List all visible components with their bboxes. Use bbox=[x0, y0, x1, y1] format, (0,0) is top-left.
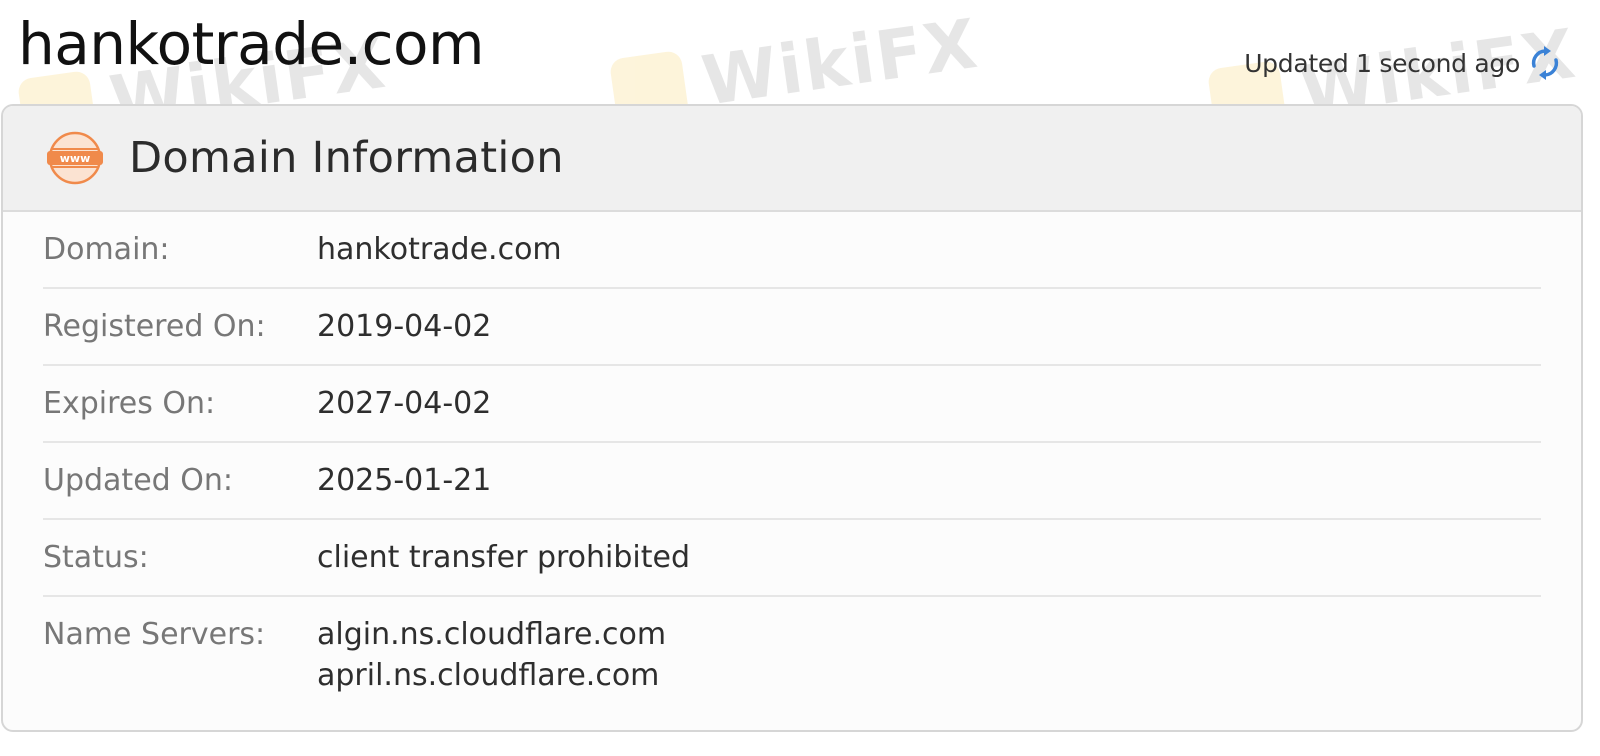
info-row-status: Status: client transfer prohibited bbox=[43, 520, 1541, 597]
info-label: Domain: bbox=[43, 232, 170, 267]
info-label: Updated On: bbox=[43, 463, 233, 498]
domain-information-panel: www Domain Information Domain: hankotrad… bbox=[1, 104, 1583, 732]
info-value: hankotrade.com bbox=[317, 232, 562, 267]
info-row-updated-on: Updated On: 2025-01-21 bbox=[43, 443, 1541, 520]
info-label: Registered On: bbox=[43, 309, 266, 344]
panel-title: Domain Information bbox=[129, 133, 564, 183]
info-label: Status: bbox=[43, 540, 149, 575]
info-value: 2025-01-21 bbox=[317, 463, 492, 498]
updated-text: Updated 1 second ago bbox=[1244, 48, 1520, 78]
refresh-icon[interactable] bbox=[1530, 46, 1560, 80]
www-icon-text: www bbox=[60, 152, 91, 165]
page-header: hankotrade.com Updated 1 second ago bbox=[0, 0, 1600, 104]
info-value: client transfer prohibited bbox=[317, 540, 691, 575]
page-title: hankotrade.com bbox=[18, 10, 485, 78]
info-label: Expires On: bbox=[43, 386, 216, 421]
update-status: Updated 1 second ago bbox=[1244, 46, 1560, 80]
info-row-name-servers: Name Servers: algin.ns.cloudflare.com ap… bbox=[43, 597, 1541, 693]
name-server-item: april.ns.cloudflare.com bbox=[317, 658, 660, 693]
info-label: Name Servers: bbox=[43, 617, 266, 652]
info-row-registered-on: Registered On: 2019-04-02 bbox=[43, 289, 1541, 366]
name-server-item: algin.ns.cloudflare.com bbox=[317, 617, 667, 652]
info-row-domain: Domain: hankotrade.com bbox=[43, 212, 1541, 289]
info-value: 2019-04-02 bbox=[317, 309, 492, 344]
domain-info-table: Domain: hankotrade.com Registered On: 20… bbox=[43, 212, 1541, 693]
panel-heading: www Domain Information bbox=[3, 106, 1581, 212]
info-row-expires-on: Expires On: 2027-04-02 bbox=[43, 366, 1541, 443]
info-value: 2027-04-02 bbox=[317, 386, 492, 421]
www-icon: www bbox=[45, 130, 105, 186]
name-server-list: algin.ns.cloudflare.com april.ns.cloudfl… bbox=[317, 617, 666, 693]
